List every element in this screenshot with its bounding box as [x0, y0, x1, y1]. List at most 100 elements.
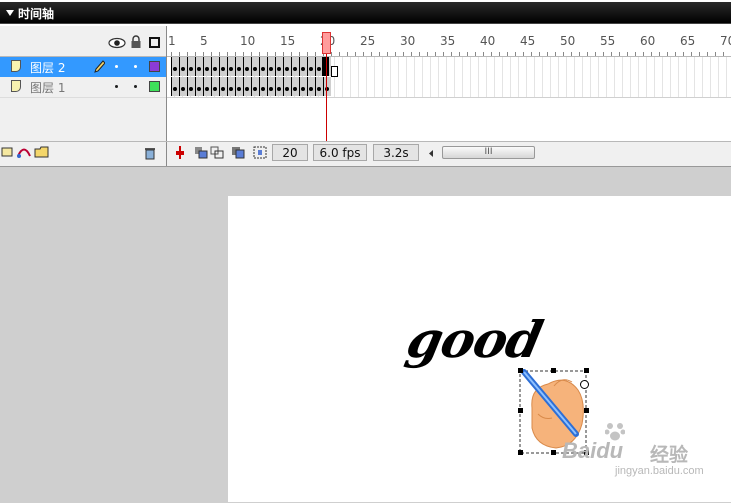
frame-divider: [187, 77, 188, 96]
keyframe[interactable]: [285, 87, 289, 91]
frame-divider: [243, 57, 244, 76]
collapse-triangle-icon[interactable]: [6, 10, 14, 16]
empty-keyframe-marker: [331, 66, 338, 77]
transform-handle[interactable]: [584, 408, 589, 413]
ruler-tick: [603, 52, 604, 56]
keyframe[interactable]: [309, 67, 313, 71]
frame-divider: [283, 57, 284, 76]
keyframe[interactable]: [317, 67, 321, 71]
frame-divider: [307, 77, 308, 96]
modify-onion-icon[interactable]: [253, 146, 267, 159]
visibility-dot[interactable]: [115, 65, 118, 68]
layer-row-1[interactable]: 图层 1: [0, 77, 166, 98]
horizontal-scrollbar-thumb[interactable]: III: [442, 146, 535, 159]
keyframe[interactable]: [205, 87, 209, 91]
frame-ruler[interactable]: 1510152025303540455055606570: [167, 26, 731, 57]
layer-name[interactable]: 图层 1: [30, 79, 65, 96]
watermark-brand: Baidu: [562, 438, 624, 463]
ruler-tick: [179, 52, 180, 56]
keyframe[interactable]: [301, 67, 305, 71]
keyframe[interactable]: [213, 87, 217, 91]
visibility-dot[interactable]: [115, 85, 118, 88]
scroll-left-icon[interactable]: [428, 150, 434, 157]
ruler-tick: [251, 52, 252, 56]
lock-dot[interactable]: [134, 65, 137, 68]
ruler-tick: [507, 52, 508, 56]
keyframe[interactable]: [269, 67, 273, 71]
ruler-tick: [403, 52, 404, 56]
frame-divider: [259, 57, 260, 76]
keyframe[interactable]: [237, 67, 241, 71]
add-folder-icon[interactable]: [34, 145, 50, 158]
outline-color-box[interactable]: [149, 61, 160, 72]
keyframe[interactable]: [261, 67, 265, 71]
keyframe[interactable]: [293, 87, 297, 91]
keyframe[interactable]: [245, 67, 249, 71]
keyframe[interactable]: [277, 67, 281, 71]
keyframe[interactable]: [285, 67, 289, 71]
add-guide-icon[interactable]: [16, 145, 32, 158]
transform-handle[interactable]: [518, 368, 523, 373]
keyframe[interactable]: [301, 87, 305, 91]
layer-row-2[interactable]: 图层 2: [0, 57, 166, 77]
transform-handle[interactable]: [518, 408, 523, 413]
transform-handle[interactable]: [551, 450, 556, 455]
onion-outline-icon[interactable]: [210, 146, 224, 159]
ruler-label: 45: [520, 34, 536, 48]
stage-text-good[interactable]: good: [402, 310, 547, 369]
keyframe[interactable]: [221, 87, 225, 91]
lock-dot[interactable]: [134, 85, 137, 88]
keyframe[interactable]: [189, 87, 193, 91]
keyframe[interactable]: [237, 87, 241, 91]
keyframe[interactable]: [253, 67, 257, 71]
ruler-tick: [267, 52, 268, 56]
keyframe[interactable]: [229, 67, 233, 71]
keyframe[interactable]: [277, 87, 281, 91]
transform-handle[interactable]: [584, 368, 589, 373]
keyframe[interactable]: [293, 67, 297, 71]
keyframe[interactable]: [197, 67, 201, 71]
keyframe[interactable]: [197, 87, 201, 91]
trash-icon[interactable]: [143, 145, 157, 160]
outline-color-box[interactable]: [149, 81, 160, 92]
add-layer-icon[interactable]: [0, 146, 14, 158]
keyframe[interactable]: [253, 87, 257, 91]
ruler-tick: [539, 52, 540, 56]
keyframe[interactable]: [309, 87, 313, 91]
transform-handle[interactable]: [518, 450, 523, 455]
center-frame-icon[interactable]: [175, 146, 189, 159]
eye-icon[interactable]: [108, 37, 126, 49]
edit-multiple-icon[interactable]: [231, 146, 245, 159]
playhead-handle[interactable]: [322, 32, 331, 54]
ruler-tick: [683, 52, 684, 56]
keyframe[interactable]: [317, 87, 321, 91]
keyframe[interactable]: [221, 67, 225, 71]
layer1-frames[interactable]: [171, 77, 331, 96]
panel-title: 时间轴: [18, 7, 55, 21]
current-frame-field[interactable]: 20: [272, 144, 308, 161]
keyframe[interactable]: [229, 87, 233, 91]
lock-icon[interactable]: [130, 35, 142, 49]
keyframe[interactable]: [245, 87, 249, 91]
layer2-frames[interactable]: [171, 57, 331, 76]
onion-skin-icon[interactable]: [194, 146, 208, 159]
outline-icon[interactable]: [149, 37, 160, 48]
layer-name[interactable]: 图层 2: [30, 59, 65, 76]
panel-divider[interactable]: [166, 26, 167, 142]
keyframe[interactable]: [269, 87, 273, 91]
titlebar-inner: 时间轴: [0, 2, 731, 24]
keyframe[interactable]: [213, 67, 217, 71]
keyframe[interactable]: [181, 87, 185, 91]
keyframe[interactable]: [189, 67, 193, 71]
keyframe[interactable]: [173, 87, 177, 91]
ruler-tick: [667, 52, 668, 56]
registration-point[interactable]: [580, 380, 589, 389]
keyframe[interactable]: [261, 87, 265, 91]
keyframe[interactable]: [205, 67, 209, 71]
ruler-tick: [291, 52, 292, 56]
ruler-tick: [491, 52, 492, 56]
transform-handle[interactable]: [551, 368, 556, 373]
keyframe[interactable]: [181, 67, 185, 71]
frame-rate-field[interactable]: 6.0 fps: [313, 144, 367, 161]
keyframe[interactable]: [173, 67, 177, 71]
